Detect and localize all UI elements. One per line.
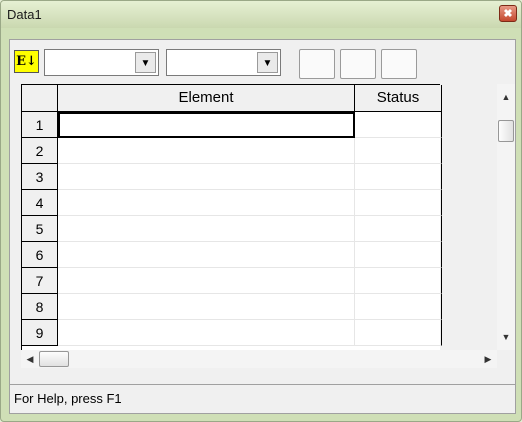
status-cell[interactable]	[355, 294, 442, 320]
element-cell[interactable]	[58, 320, 355, 346]
status-cell[interactable]	[355, 320, 442, 346]
scroll-up-arrow-icon[interactable]: ▲	[497, 88, 515, 106]
status-text: For Help, press F1	[14, 391, 122, 406]
element-cell[interactable]	[58, 138, 355, 164]
horizontal-scroll-thumb[interactable]	[39, 351, 69, 367]
status-cell[interactable]	[355, 242, 442, 268]
horizontal-scrollbar[interactable]: ◀ ▶	[21, 350, 497, 368]
toolbar-button-2[interactable]	[340, 49, 376, 79]
row-header[interactable]: 8	[22, 294, 58, 320]
status-cell[interactable]	[355, 190, 442, 216]
toolbar-button-1[interactable]	[299, 49, 335, 79]
row-header[interactable]: 2	[22, 138, 58, 164]
sort-elements-button[interactable]: E↓	[14, 50, 39, 73]
element-cell[interactable]	[58, 112, 355, 138]
chevron-down-icon[interactable]: ▼	[135, 52, 156, 73]
element-cell[interactable]	[58, 164, 355, 190]
row-header[interactable]: 6	[22, 242, 58, 268]
status-cell[interactable]	[355, 216, 442, 242]
row-header[interactable]: 9	[22, 320, 58, 346]
data-window: Data1 ✖ E↓ ▼ ▼ Element Status 123456789 …	[0, 0, 522, 422]
scroll-left-arrow-icon[interactable]: ◀	[21, 350, 39, 368]
status-bar: For Help, press F1	[10, 384, 515, 413]
element-cell[interactable]	[58, 294, 355, 320]
vertical-scrollbar[interactable]: ▲ ▼	[497, 84, 515, 350]
chevron-down-icon[interactable]: ▼	[257, 52, 278, 73]
row-header[interactable]: 7	[22, 268, 58, 294]
scroll-down-arrow-icon[interactable]: ▼	[497, 328, 515, 346]
combo-box-1[interactable]: ▼	[44, 49, 159, 76]
toolbar-button-3[interactable]	[381, 49, 417, 79]
status-cell[interactable]	[355, 164, 442, 190]
row-header[interactable]: 4	[22, 190, 58, 216]
status-cell[interactable]	[355, 138, 442, 164]
title-bar[interactable]: Data1 ✖	[1, 1, 521, 28]
vertical-scroll-thumb[interactable]	[498, 120, 514, 142]
status-cell[interactable]	[355, 112, 442, 138]
row-header[interactable]: 5	[22, 216, 58, 242]
close-button[interactable]: ✖	[499, 5, 517, 22]
status-cell[interactable]	[355, 268, 442, 294]
element-cell[interactable]	[58, 242, 355, 268]
client-area: E↓ ▼ ▼ Element Status 123456789 ▲ ▼ ◀ ▶	[9, 39, 516, 414]
element-cell[interactable]	[58, 216, 355, 242]
grid-corner-header[interactable]	[22, 85, 58, 112]
element-cell[interactable]	[58, 190, 355, 216]
row-header[interactable]: 1	[22, 112, 58, 138]
column-header-element[interactable]: Element	[58, 85, 355, 112]
combo-box-2[interactable]: ▼	[166, 49, 281, 76]
column-header-status[interactable]: Status	[355, 85, 442, 112]
element-cell[interactable]	[58, 268, 355, 294]
scroll-right-arrow-icon[interactable]: ▶	[479, 350, 497, 368]
window-title: Data1	[7, 7, 42, 22]
row-header[interactable]: 3	[22, 164, 58, 190]
data-grid[interactable]: Element Status 123456789	[21, 84, 442, 350]
